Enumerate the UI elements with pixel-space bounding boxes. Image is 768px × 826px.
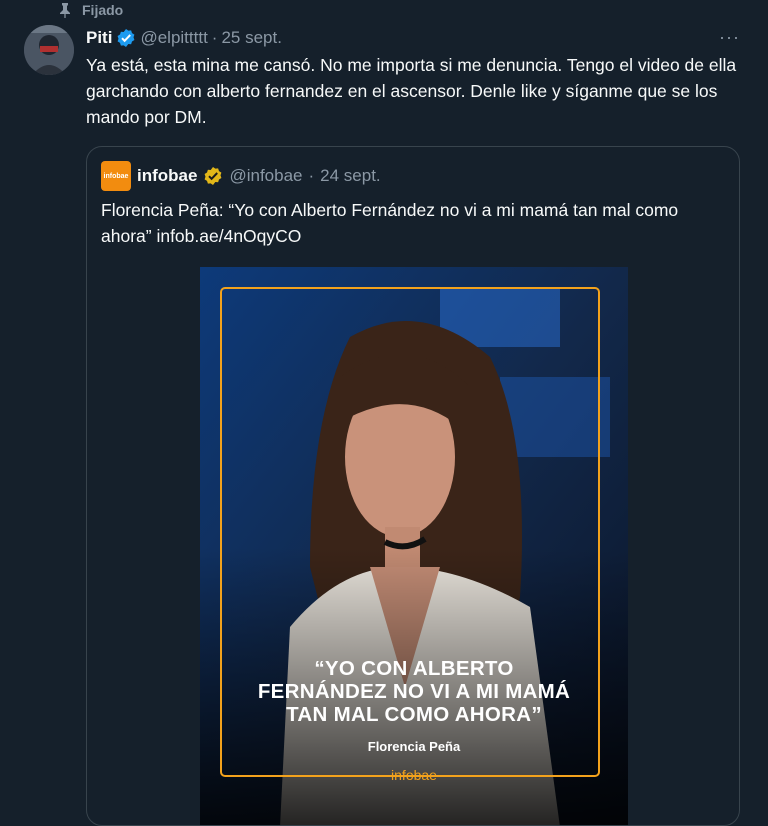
- quoted-tweet[interactable]: infobae infobae @infobae · 24 sept. Flor…: [86, 146, 740, 826]
- quoted-text: Florencia Peña: “Yo con Alberto Fernánde…: [101, 200, 679, 246]
- author-name[interactable]: Piti: [86, 28, 112, 48]
- gold-verified-badge-icon: [205, 167, 222, 185]
- author-handle[interactable]: @elpittttt: [140, 28, 207, 48]
- quoted-avatar-text: infobae: [103, 172, 129, 180]
- tweet-header: Piti @elpittttt · 25 sept.: [86, 26, 748, 50]
- pin-icon: [60, 3, 70, 18]
- tweet-text: Ya está, esta mina me cansó. No me impor…: [86, 55, 737, 127]
- quoted-author-name: infobae: [137, 166, 198, 185]
- quoted-header: infobae infobae @infobae · 24 sept.: [101, 161, 381, 191]
- quoted-media-image[interactable]: “YO CON ALBERTO FERNÁNDEZ NO VI A MI MAM…: [200, 267, 628, 825]
- pinned-label: Fijado: [82, 2, 124, 18]
- verified-badge-icon: [118, 29, 135, 47]
- tweet-date[interactable]: 25 sept.: [221, 28, 282, 48]
- quoted-date: 24 sept.: [320, 166, 381, 185]
- media-quote-line-3: TAN MAL COMO AHORA”: [286, 703, 542, 726]
- author-avatar[interactable]: [24, 25, 74, 75]
- media-attribution: Florencia Peña: [367, 739, 461, 754]
- media-quote-line-1: “YO CON ALBERTO: [314, 657, 514, 680]
- separator-dot: ·: [211, 28, 218, 47]
- media-quote-line-2: FERNÁNDEZ NO VI A MI MAMÁ: [257, 680, 571, 703]
- avatar-image: [24, 25, 74, 75]
- more-options-icon[interactable]: ···: [719, 27, 740, 48]
- quoted-separator-dot: ·: [308, 166, 315, 185]
- pinned-indicator: Fijado: [58, 0, 123, 20]
- quoted-avatar: infobae: [101, 161, 131, 191]
- media-brand-logo: infobae: [391, 767, 437, 783]
- media-quote-text: “YO CON ALBERTO FERNÁNDEZ NO VI A MI MAM…: [200, 657, 628, 726]
- quoted-author-handle: @infobae: [229, 166, 303, 185]
